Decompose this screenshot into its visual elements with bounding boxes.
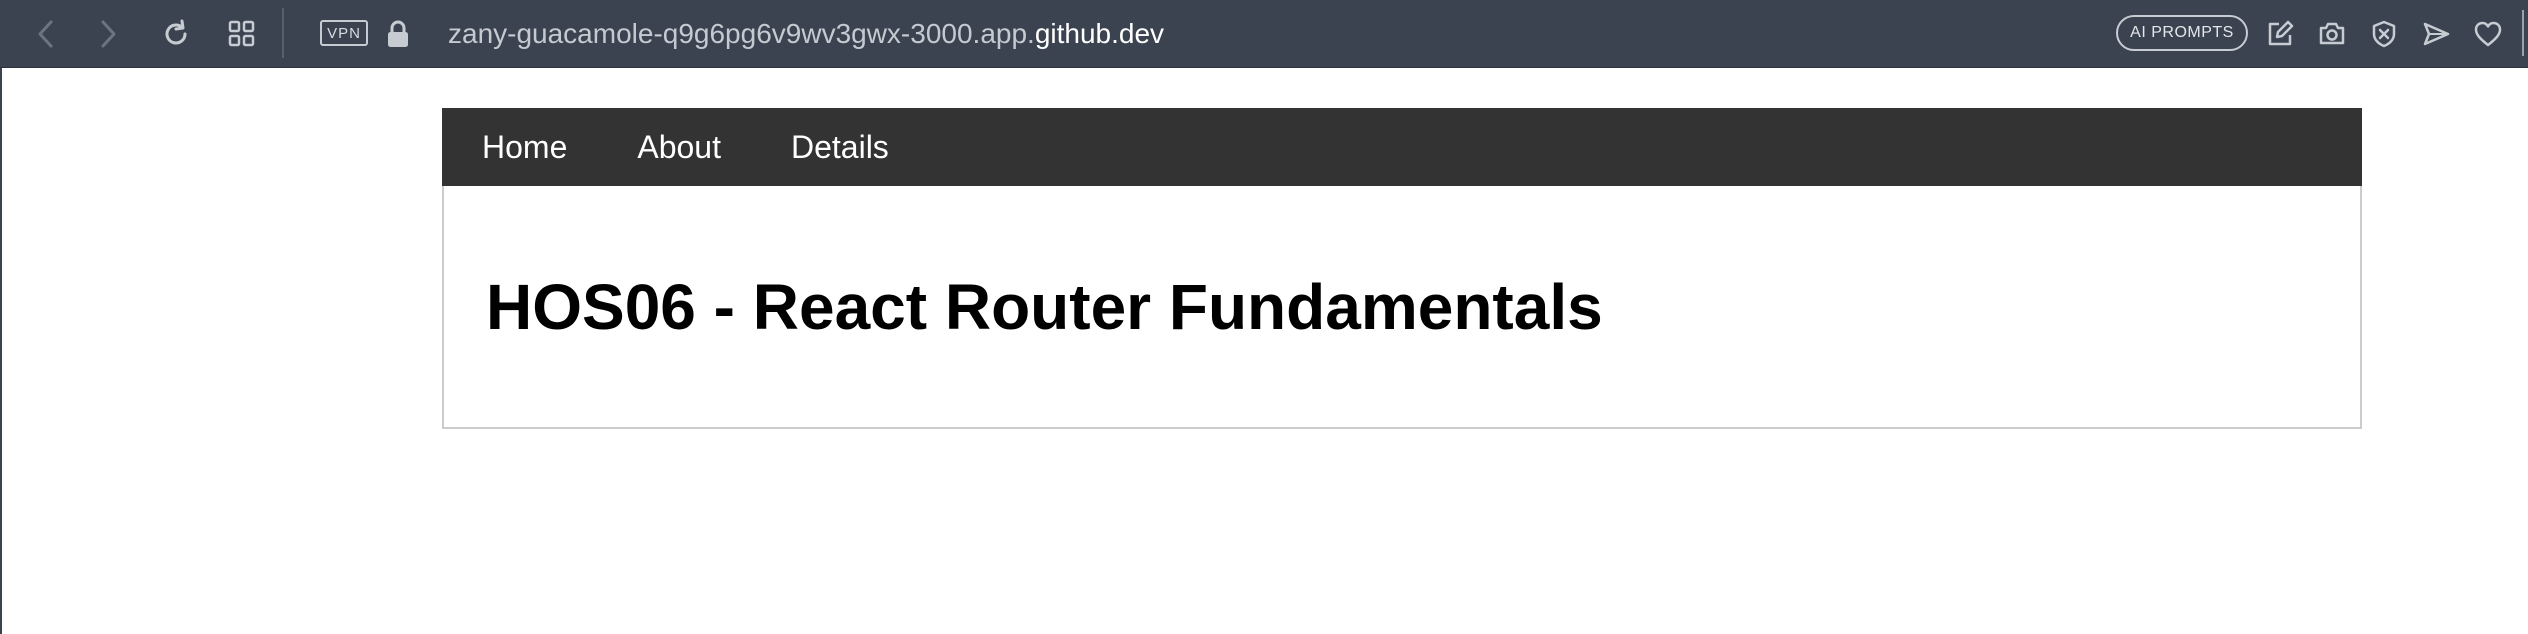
reload-icon (165, 19, 187, 45)
url-domain: github.dev (1034, 18, 1165, 49)
vpn-badge[interactable]: VPN (320, 20, 368, 46)
send-button[interactable] (2416, 14, 2456, 54)
main-content: HOS06 - React Router Fundamentals (442, 186, 2362, 429)
send-icon (2423, 22, 2450, 46)
heart-icon (2474, 21, 2502, 47)
camera-icon (2319, 22, 2345, 45)
chevron-left-icon (38, 20, 53, 48)
address-bar[interactable]: zany-guacamole-q9g6pg6v9wv3gwx-3000.app.… (448, 14, 1164, 54)
nav-link-about[interactable]: About (637, 129, 721, 166)
site-info-button[interactable] (378, 14, 418, 54)
back-button[interactable] (26, 14, 66, 54)
nav-link-home[interactable]: Home (482, 129, 567, 166)
favorite-button[interactable] (2468, 14, 2508, 54)
reload-button[interactable] (156, 14, 196, 54)
chevron-right-icon (101, 20, 116, 48)
toolbar-divider (282, 8, 284, 58)
app-navbar: Home About Details (442, 108, 2362, 186)
shield-x-icon (2372, 20, 2396, 48)
grid-icon (228, 20, 255, 47)
forward-button[interactable] (88, 14, 128, 54)
edit-icon (2268, 20, 2294, 46)
shield-button[interactable] (2364, 14, 2404, 54)
lock-icon (388, 20, 408, 47)
tabs-overview-button[interactable] (222, 14, 262, 54)
screenshot-button[interactable] (2312, 14, 2352, 54)
nav-link-details[interactable]: Details (791, 129, 889, 166)
browser-toolbar: VPN zany-guacamole-q9g6pg6v9wv3gwx-3000.… (0, 0, 2528, 68)
ai-prompts-button[interactable]: AI PROMPTS (2116, 15, 2248, 51)
edit-button[interactable] (2260, 14, 2300, 54)
url-prefix: zany-guacamole-q9g6pg6v9wv3gwx-3000.app. (448, 18, 1035, 49)
window-left-border (0, 68, 2, 634)
page-title: HOS06 - React Router Fundamentals (486, 271, 1603, 343)
toolbar-edge-divider (2522, 10, 2524, 56)
